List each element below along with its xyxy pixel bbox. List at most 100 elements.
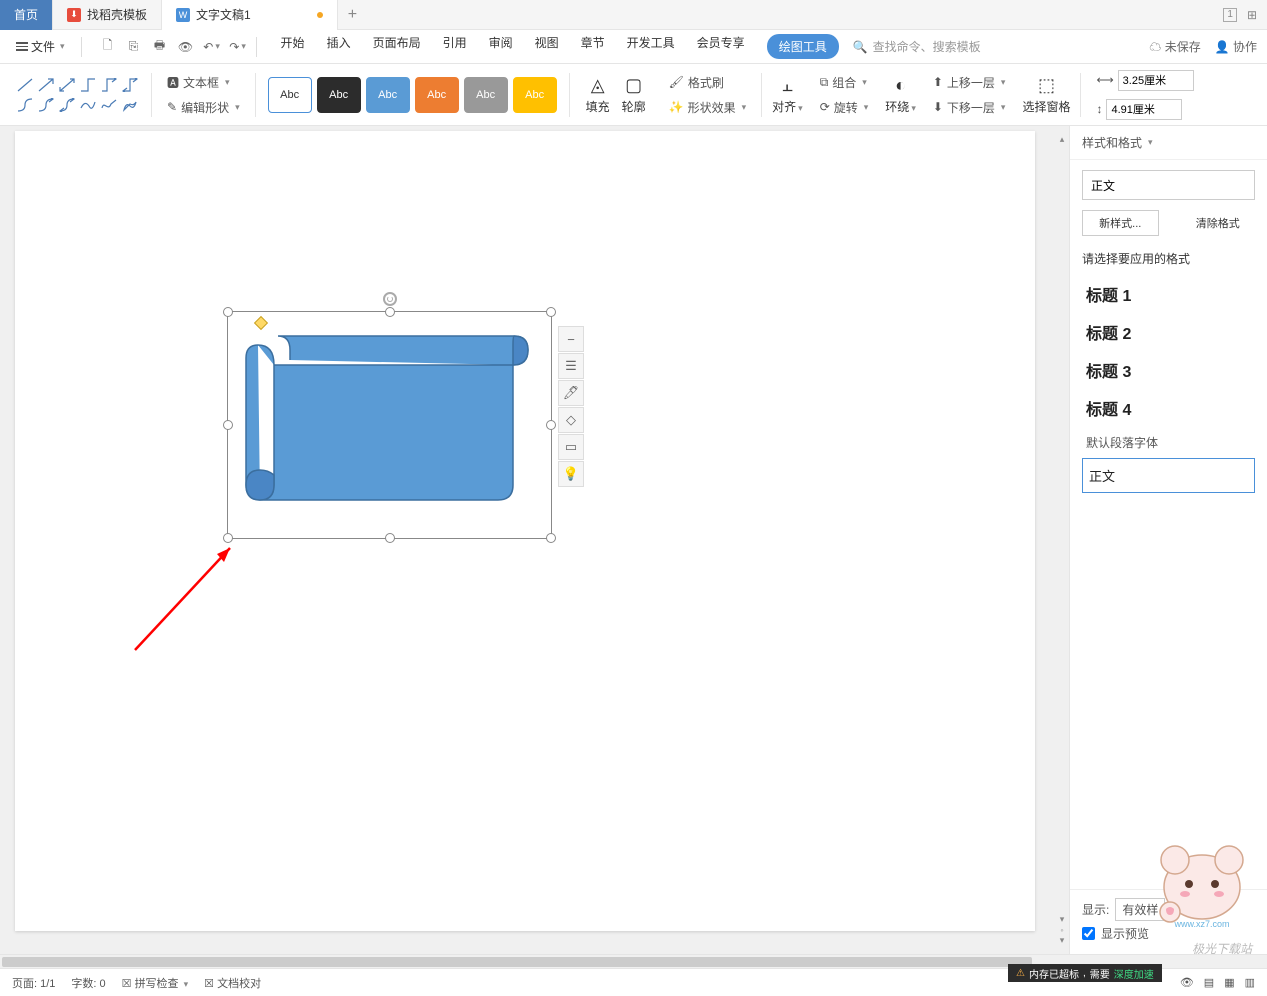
tab-templates[interactable]: ⬇ 找稻壳模板 (53, 0, 162, 30)
menu-bar: 文件 ▾ 🗋 ⎘ 🖶 👁 ↶▾ ↷▾ 开始 插入 页面布局 引用 审阅 视图 章… (0, 30, 1267, 64)
watermark: 极光下载站 (1192, 940, 1252, 957)
resize-handle-mr[interactable] (546, 420, 556, 430)
current-style-input[interactable] (1082, 170, 1255, 200)
float-brush[interactable]: 🖊 (558, 380, 584, 406)
rotation-handle[interactable] (383, 292, 397, 306)
style-heading-4[interactable]: 标题 4 (1082, 389, 1255, 427)
menu-page-layout[interactable]: 页面布局 (373, 34, 421, 59)
style-body-text[interactable]: 正文 (1082, 458, 1255, 493)
export-icon[interactable]: ⎘ (126, 39, 142, 55)
resize-handle-tl[interactable] (223, 307, 233, 317)
panel-title[interactable]: 样式和格式▾ (1070, 126, 1267, 160)
shape-style-4[interactable]: Abc (415, 77, 459, 113)
print-icon[interactable]: 🖶 (152, 39, 168, 55)
shape-selection[interactable] (227, 311, 552, 539)
menu-chapter[interactable]: 章节 (581, 34, 605, 59)
view-outline-icon[interactable]: ▥ (1245, 976, 1255, 989)
proofread-toggle[interactable]: ☒ 文档校对 (204, 975, 261, 991)
window-layout-icon[interactable]: 1 (1223, 8, 1237, 22)
unsaved-status[interactable]: ☁ 未保存 (1149, 38, 1200, 55)
eye-icon[interactable]: 👁 (1180, 976, 1194, 989)
float-idea[interactable]: 💡 (558, 461, 584, 487)
new-style-button[interactable]: 新样式... (1082, 210, 1159, 236)
style-default-font[interactable]: 默认段落字体 (1082, 427, 1255, 458)
resize-handle-tm[interactable] (385, 307, 395, 317)
shape-style-2[interactable]: Abc (317, 77, 361, 113)
select-format-label: 请选择要应用的格式 (1082, 250, 1255, 267)
word-count[interactable]: 字数: 0 (71, 975, 105, 991)
undo-button[interactable]: ↶▾ (204, 39, 220, 55)
menu-insert[interactable]: 插入 (327, 34, 351, 59)
resize-handle-br[interactable] (546, 533, 556, 543)
height-input[interactable] (1106, 99, 1182, 120)
tab-document[interactable]: W 文字文稿1 (162, 0, 338, 30)
shapes-gallery[interactable] (16, 76, 139, 113)
outline-button[interactable]: ▢轮廓 (618, 75, 650, 115)
outline-icon: ▢ (625, 75, 642, 96)
menu-dev-tools[interactable]: 开发工具 (627, 34, 675, 59)
coop-button[interactable]: 👤 协作 (1215, 38, 1257, 55)
doc-icon: W (176, 8, 190, 22)
svg-text:www.xz7.com: www.xz7.com (1173, 919, 1229, 929)
file-menu[interactable]: 文件 ▾ (10, 35, 71, 58)
wrap-icon: ◐ (895, 75, 906, 96)
format-painter-button[interactable]: 🖌格式刷 (666, 72, 750, 93)
float-shape[interactable]: ◇ (558, 407, 584, 433)
view-print-icon[interactable]: ▦ (1224, 976, 1234, 989)
redo-button[interactable]: ↷▾ (230, 39, 246, 55)
adjust-handle[interactable] (254, 316, 268, 330)
fill-icon: ◬ (591, 75, 605, 96)
menu-references[interactable]: 引用 (443, 34, 467, 59)
align-button[interactable]: ⫠对齐▾ (768, 75, 807, 115)
clear-format-button[interactable]: 清除格式 (1181, 210, 1256, 236)
style-heading-2[interactable]: 标题 2 (1082, 313, 1255, 351)
shape-style-6[interactable]: Abc (513, 77, 557, 113)
floating-toolbar: − ☰ 🖊 ◇ ▭ 💡 (558, 326, 584, 487)
menu-review[interactable]: 审阅 (489, 34, 513, 59)
view-web-icon[interactable]: ▤ (1204, 976, 1214, 989)
group-button[interactable]: ⧉组合▾ (817, 72, 872, 93)
spellcheck-toggle[interactable]: ☒ 拼写检查 ▾ (122, 975, 189, 991)
textbox-button[interactable]: 🅰文本框▾ (164, 72, 243, 93)
preview-icon[interactable]: 👁 (178, 39, 194, 55)
taskbar-memory-warning: ⚠ 内存已超标,需要 深度加速 (1008, 964, 1162, 982)
float-zoom-out[interactable]: − (558, 326, 584, 352)
align-icon: ⫠ (782, 75, 793, 96)
resize-handle-tr[interactable] (546, 307, 556, 317)
menu-view[interactable]: 视图 (535, 34, 559, 59)
float-layout[interactable]: ☰ (558, 353, 584, 379)
float-crop[interactable]: ▭ (558, 434, 584, 460)
canvas[interactable]: − ☰ 🖊 ◇ ▭ 💡 ▴ ▾◦▾ (0, 126, 1069, 954)
shape-style-3[interactable]: Abc (366, 77, 410, 113)
scroll-shape[interactable] (238, 330, 538, 510)
resize-handle-bm[interactable] (385, 533, 395, 543)
shape-style-5[interactable]: Abc (464, 77, 508, 113)
tab-home[interactable]: 首页 (0, 0, 53, 30)
window-grid-icon[interactable]: ⊞ (1247, 8, 1257, 22)
resize-handle-ml[interactable] (223, 420, 233, 430)
send-backward-button[interactable]: ⬇下移一层▾ (930, 97, 1009, 118)
search-box[interactable]: 🔍 查找命令、搜索模板 (853, 38, 981, 55)
save-icon[interactable]: 🗋 (100, 39, 116, 55)
style-heading-3[interactable]: 标题 3 (1082, 351, 1255, 389)
height-icon: ↕ (1096, 102, 1102, 116)
mascot-icon: www.xz7.com (1147, 832, 1257, 932)
width-input[interactable] (1118, 70, 1194, 91)
edit-shape-button[interactable]: ✎编辑形状▾ (164, 97, 243, 118)
selection-pane-button[interactable]: ⬚选择窗格 (1018, 75, 1074, 115)
add-tab-button[interactable]: + (338, 6, 367, 24)
rotate-button[interactable]: ⟳旋转▾ (817, 97, 872, 118)
shape-style-1[interactable]: Abc (268, 77, 312, 113)
style-heading-1[interactable]: 标题 1 (1082, 275, 1255, 313)
rotate-icon: ⟳ (820, 100, 830, 114)
vertical-scroll[interactable]: ▴ ▾◦▾ (1055, 126, 1069, 954)
fill-button[interactable]: ◬填充 (582, 75, 614, 115)
width-icon: ⟷ (1096, 73, 1113, 87)
menu-premium[interactable]: 会员专享 (697, 34, 745, 59)
menu-start[interactable]: 开始 (281, 34, 305, 59)
bring-forward-button[interactable]: ⬆上移一层▾ (930, 72, 1009, 93)
shape-effects-button[interactable]: ✨形状效果▾ (666, 97, 750, 118)
wrap-button[interactable]: ◐环绕▾ (881, 75, 920, 115)
page-status[interactable]: 页面: 1/1 (12, 975, 55, 991)
drawing-tools-tab[interactable]: 绘图工具 (767, 34, 839, 59)
